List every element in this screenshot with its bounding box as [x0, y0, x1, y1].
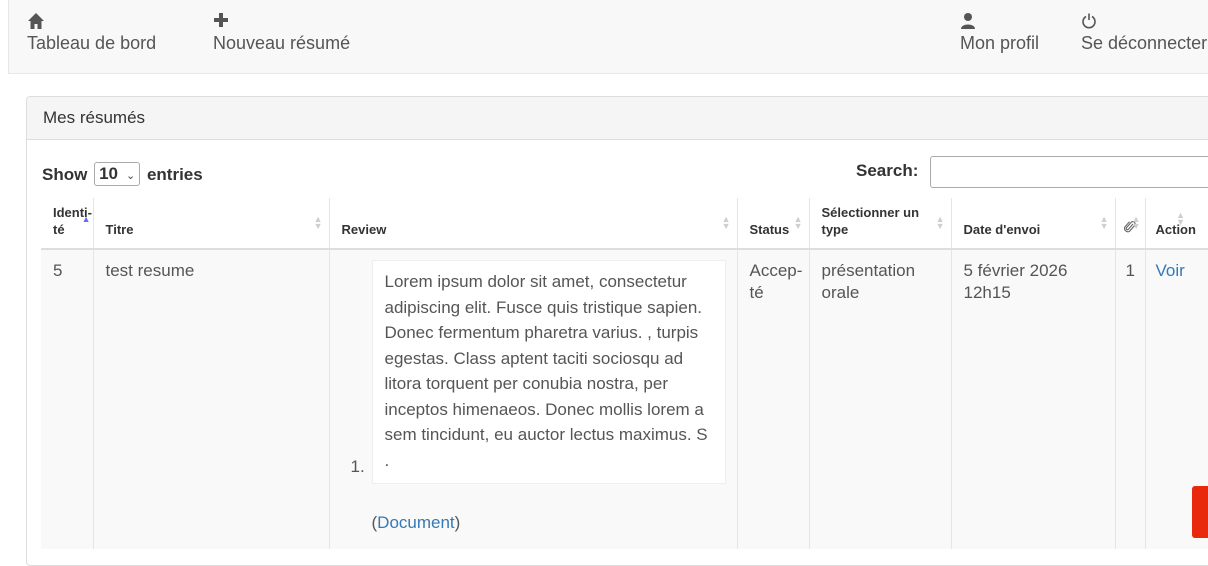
table-row: 5 test resume 1. Lorem ipsum dolor sit a… [41, 249, 1208, 549]
col-status-label: Status [749, 222, 790, 237]
show-entries-control: Show 10 ⌄ entries [42, 162, 203, 187]
col-titre[interactable]: Titre ▲ ▼ [92, 198, 329, 250]
search-input[interactable] [930, 156, 1208, 188]
sort-icon: ▲ ▼ [313, 214, 323, 231]
table-header-row: Identi­té ▲ Titre ▲ ▼ Review ▲ ▼ Status ▲ ▼ Sél… [41, 198, 1208, 250]
document-link[interactable]: Document [377, 513, 454, 532]
view-link[interactable]: Voir [1156, 261, 1185, 280]
sort-icon: ▲ ▼ [793, 214, 803, 231]
search-label: Search: [856, 161, 919, 180]
user-icon [960, 12, 1039, 34]
cell-id: 5 [41, 249, 93, 549]
col-action[interactable]: Actio­n ▲ ▼ [1144, 198, 1208, 250]
document-close-paren: ) [454, 513, 461, 532]
entries-select-value: 10 [99, 164, 118, 183]
panel-title: Mes résumés [27, 97, 1208, 140]
chevron-down-icon: ⌄ [126, 170, 136, 182]
delete-button[interactable] [1192, 486, 1208, 538]
plus-icon [213, 12, 350, 34]
power-icon [1081, 12, 1207, 34]
nav-logout[interactable]: Se déconnecter [1081, 12, 1207, 54]
document-link-wrap: (Document) [372, 512, 729, 534]
entries-label: entries [146, 165, 203, 184]
sort-icon: ▲ ▼ [1176, 210, 1185, 227]
search-control: Search: [856, 156, 1208, 188]
show-label: Show [42, 165, 88, 184]
col-date[interactable]: Date d'envoi ▲ ▼ [950, 198, 1115, 250]
col-review[interactable]: Review ▲ ▼ [328, 198, 737, 250]
nav-dashboard[interactable]: Tableau de bord [27, 12, 156, 54]
cell-review: 1. Lorem ipsum dolor sit amet, consectet… [328, 249, 737, 549]
nav-dashboard-label: Tableau de bord [27, 33, 157, 53]
summaries-table: Identi­té ▲ Titre ▲ ▼ Review ▲ ▼ Status ▲ ▼ Sél… [41, 198, 1208, 549]
cell-date: 5 février 2026 12h15 [950, 249, 1115, 549]
col-date-label: Date d'envoi [963, 222, 1041, 237]
sort-icon: ▲ ▼ [935, 214, 945, 231]
col-attachments[interactable]: ▲ ▼ [1114, 198, 1145, 250]
col-identite[interactable]: Identi­té ▲ [41, 198, 93, 250]
summaries-panel: Mes résumés Show 10 ⌄ entries Search: Ide… [26, 96, 1208, 566]
col-type[interactable]: Sélectionner un type ▲ ▼ [808, 198, 951, 250]
nav-logout-label: Se déconnecter [1081, 33, 1208, 53]
cell-status: Accep­té [736, 249, 809, 549]
col-type-label: Sélectionner un type [821, 205, 920, 237]
review-list-number: 1. [350, 456, 365, 476]
cell-attachments: 1 [1114, 249, 1145, 549]
cell-type: présentation orale [808, 249, 951, 549]
sort-icon: ▲ ▼ [1131, 214, 1141, 231]
sort-icon: ▲ ▼ [721, 214, 731, 231]
entries-select[interactable]: 10 ⌄ [94, 162, 141, 186]
col-titre-label: Titre [105, 222, 134, 237]
review-text: Lorem ipsum dolor sit amet, consectetur … [384, 272, 708, 470]
col-review-label: Review [341, 222, 387, 237]
cell-titre: test resume [92, 249, 329, 549]
nav-new-summary[interactable]: Nouveau résumé [213, 12, 350, 54]
review-text-box: 1. Lorem ipsum dolor sit amet, consectet… [351, 260, 726, 484]
nav-profile-label: Mon profil [960, 33, 1040, 53]
col-status[interactable]: Status ▲ ▼ [736, 198, 809, 250]
sort-icon: ▲ ▼ [1099, 214, 1109, 231]
sort-asc-icon: ▲ [81, 214, 91, 224]
top-navbar: Tableau de bord Nouveau résumé Mon profi… [8, 0, 1208, 74]
nav-new-summary-label: Nouveau résumé [213, 33, 351, 53]
home-icon [27, 12, 156, 34]
nav-profile[interactable]: Mon profil [960, 12, 1039, 54]
